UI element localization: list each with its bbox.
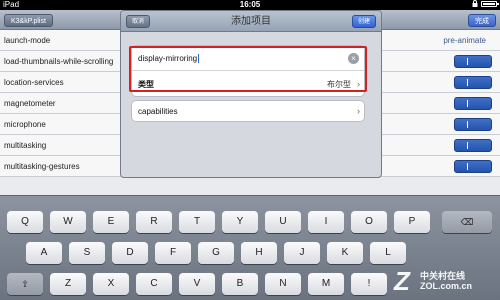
zol-watermark: Z 中关村在线 ZOL.com.cn — [394, 267, 494, 297]
lock-icon — [472, 0, 478, 7]
key-k[interactable]: K — [327, 242, 363, 264]
settings-row-label: magnetometer — [4, 99, 56, 108]
battery-icon — [481, 0, 499, 7]
key-e[interactable]: E — [93, 211, 129, 233]
settings-row-label: load-thumbnails-while-scrolling — [4, 57, 114, 66]
settings-row-label: location-services — [4, 78, 64, 87]
settings-row-label: microphone — [4, 120, 46, 129]
key-a[interactable]: A — [26, 242, 62, 264]
dialog-header: 取消 添加项目 创建 — [121, 11, 381, 32]
key-p[interactable]: P — [394, 211, 430, 233]
key-v[interactable]: V — [179, 273, 215, 295]
key-exclamation[interactable]: ! — [351, 273, 387, 295]
settings-row-label: multitasking-gestures — [4, 162, 80, 171]
done-button[interactable]: 完成 — [468, 14, 496, 27]
key-g[interactable]: G — [198, 242, 234, 264]
on-screen-keyboard: ⌫ Z 中关村在线 ZOL.com.cn QWERTYUIOP ASDFGHJKL… — [0, 195, 500, 300]
watermark-logo: Z — [394, 266, 410, 296]
key-s[interactable]: S — [69, 242, 105, 264]
key-d[interactable]: D — [112, 242, 148, 264]
key-j[interactable]: J — [284, 242, 320, 264]
capabilities-label: capabilities — [138, 107, 178, 116]
key-m[interactable]: M — [308, 273, 344, 295]
toggle-switch[interactable] — [454, 139, 492, 152]
key-c[interactable]: C — [136, 273, 172, 295]
key-t[interactable]: T — [179, 211, 215, 233]
settings-row-label: multitasking — [4, 141, 47, 150]
settings-row-label: launch-mode — [4, 36, 51, 45]
key-i[interactable]: I — [308, 211, 344, 233]
chevron-right-icon: › — [357, 106, 360, 116]
key-b[interactable]: B — [222, 273, 258, 295]
key-o[interactable]: O — [351, 211, 387, 233]
key-r[interactable]: R — [136, 211, 172, 233]
backspace-key[interactable]: ⌫ — [442, 211, 492, 233]
capabilities-row[interactable]: capabilities › — [131, 100, 365, 122]
settings-row-value: pre-animate — [443, 36, 486, 45]
key-u[interactable]: U — [265, 211, 301, 233]
toggle-switch[interactable] — [454, 76, 492, 89]
toggle-switch[interactable] — [454, 55, 492, 68]
toggle-switch[interactable] — [454, 97, 492, 110]
status-bar: iPad 16:05 — [0, 0, 500, 10]
toggle-switch[interactable] — [454, 118, 492, 131]
add-item-dialog: 取消 添加项目 创建 display-mirroring × 类型 布尔型 › … — [120, 10, 382, 178]
key-n[interactable]: N — [265, 273, 301, 295]
key-f[interactable]: F — [155, 242, 191, 264]
key-x[interactable]: X — [93, 273, 129, 295]
toggle-switch[interactable] — [454, 160, 492, 173]
status-icons — [472, 0, 499, 7]
dialog-title: 添加项目 — [231, 16, 271, 27]
key-z[interactable]: Z — [50, 273, 86, 295]
key-w[interactable]: W — [50, 211, 86, 233]
clock: 16:05 — [239, 0, 261, 9]
key-h[interactable]: H — [241, 242, 277, 264]
key-y[interactable]: Y — [222, 211, 258, 233]
create-button[interactable]: 创建 — [351, 15, 376, 28]
shift-key[interactable]: ⇧ — [7, 273, 43, 295]
highlight-box — [129, 46, 367, 92]
key-l[interactable]: L — [370, 242, 406, 264]
watermark-url: ZOL.com.cn — [420, 281, 473, 291]
back-button[interactable]: K3&kP.plist — [4, 14, 53, 27]
key-q[interactable]: Q — [7, 211, 43, 233]
